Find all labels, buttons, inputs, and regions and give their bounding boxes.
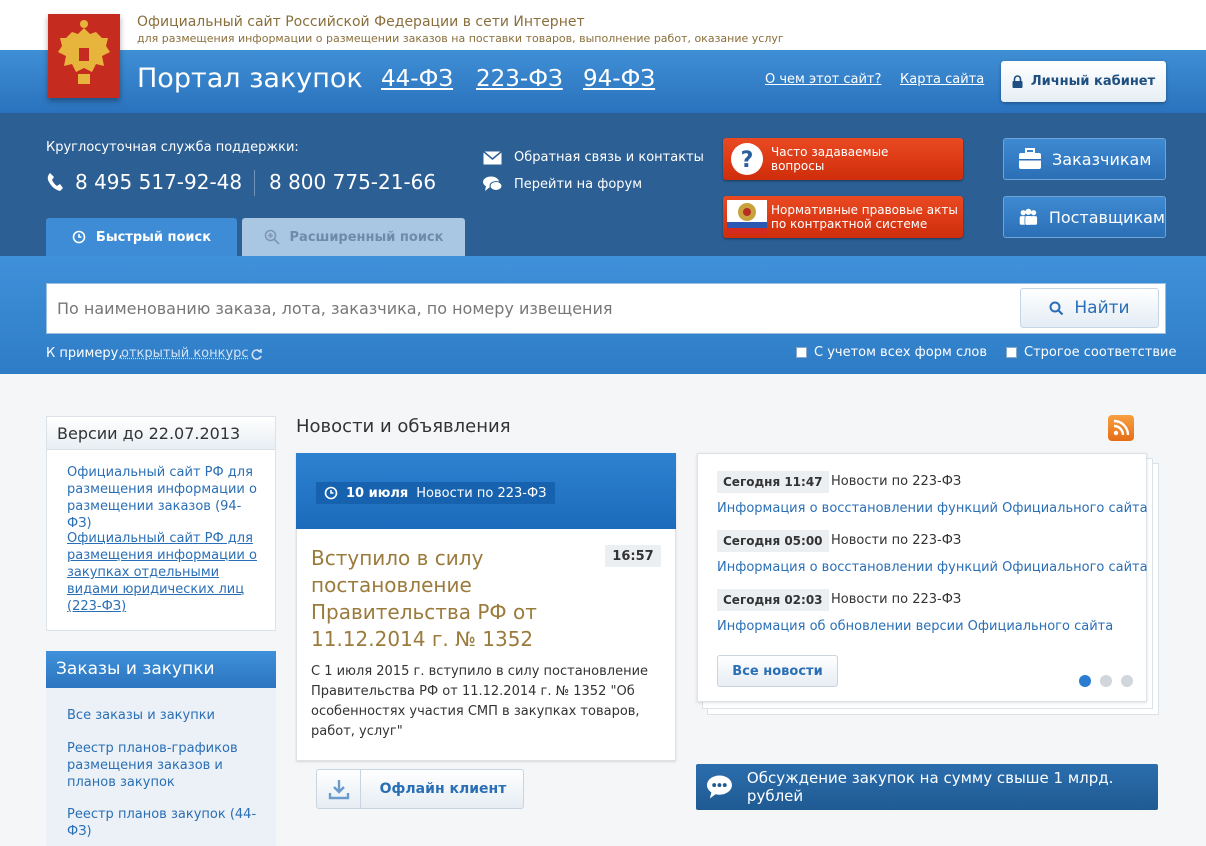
envelope-icon: [483, 150, 502, 164]
orders-heading: Заказы и закупки: [46, 651, 276, 688]
law-link-94[interactable]: 94-ФЗ: [583, 66, 655, 92]
news-item-link[interactable]: Информация об обновлении версии Официаль…: [717, 619, 1113, 634]
word-forms-label: С учетом всех форм слов: [814, 345, 988, 360]
customers-button[interactable]: Заказчикам: [1003, 138, 1166, 180]
carousel-dot-1[interactable]: [1079, 675, 1091, 687]
suppliers-button[interactable]: Поставщикам: [1003, 196, 1166, 238]
support-label: Круглосуточная служба поддержки:: [46, 140, 299, 155]
version-link-223fz[interactable]: Официальный сайт РФ для размещения инфор…: [67, 530, 262, 615]
example-label: К примеру,: [46, 346, 123, 361]
clock-icon: [324, 486, 338, 500]
tab-quick-label: Быстрый поиск: [95, 229, 212, 245]
people-icon: [1019, 208, 1038, 226]
feedback-link[interactable]: Обратная связь и контакты: [483, 150, 704, 165]
lock-icon: [1012, 75, 1023, 88]
support-phone-moscow: 8 495 517-92-48: [75, 170, 243, 194]
example-link[interactable]: открытый конкурс: [121, 346, 249, 361]
strict-match-checkbox[interactable]: Строгое соответствие: [1006, 345, 1176, 360]
personal-cabinet-label: Личный кабинет: [1030, 74, 1156, 89]
strict-match-label: Строгое соответствие: [1024, 345, 1177, 360]
rss-icon[interactable]: [1108, 415, 1134, 441]
download-icon: [328, 780, 349, 800]
news-item-time: Сегодня 05:00: [717, 530, 829, 552]
rss-feed-icon: [1113, 419, 1130, 436]
tab-advanced-label: Расширенный поиск: [289, 229, 444, 245]
order-link-all[interactable]: Все заказы и закупки: [67, 707, 262, 724]
news-item-time: Сегодня 11:47: [717, 471, 829, 493]
refresh-icon[interactable]: [250, 348, 263, 361]
tab-quick-search[interactable]: Быстрый поиск: [46, 218, 237, 256]
word-forms-check-box[interactable]: [796, 347, 807, 358]
featured-news-date-badge: 10 июля Новости по 223-ФЗ: [316, 482, 555, 504]
discussion-button[interactable]: Обсуждение закупок на сумму свыше 1 млрд…: [696, 764, 1158, 810]
legal-acts-label-line2: по контрактной системе: [771, 217, 928, 231]
coat-of-arms-logo[interactable]: [48, 14, 120, 98]
strict-match-check-box[interactable]: [1006, 347, 1017, 358]
word-forms-checkbox[interactable]: С учетом всех форм слов: [796, 345, 987, 360]
clock-icon: [72, 230, 86, 244]
phone-divider: [254, 170, 255, 196]
portal-title[interactable]: Портал закупок: [137, 63, 363, 94]
featured-news-date: 10 июля: [346, 485, 409, 501]
question-mark-icon: ?: [731, 143, 763, 175]
phone-icon: [47, 173, 63, 191]
featured-news-text: С 1 июля 2015 г. вступило в силу постано…: [311, 664, 649, 739]
legal-acts-label-line1: Нормативные правовые акты: [771, 203, 958, 217]
law-link-44[interactable]: 44-ФЗ: [381, 66, 453, 92]
official-site-title: Официальный сайт Российской Федерации в …: [137, 14, 585, 30]
legal-acts-button[interactable]: Нормативные правовые акты по контрактной…: [723, 196, 963, 238]
news-item-link[interactable]: Информация о восстановлении функций Офиц…: [717, 501, 1148, 516]
search-icon: [1049, 301, 1064, 315]
customers-label: Заказчикам: [1052, 149, 1152, 169]
news-item-category: Новости по 223-ФЗ: [831, 474, 962, 489]
news-item-category: Новости по 223-ФЗ: [831, 533, 962, 548]
forum-label: Перейти на форум: [514, 176, 643, 192]
briefcase-icon: [1019, 148, 1041, 169]
suppliers-label: Поставщикам: [1048, 207, 1165, 227]
order-link-schedules[interactable]: Реестр планов-графиков размещения заказо…: [67, 740, 262, 791]
find-button[interactable]: Найти: [1020, 288, 1159, 328]
offline-client-button[interactable]: Офлайн клиент: [316, 769, 524, 809]
eagle-icon: [48, 14, 120, 98]
official-site-subtitle: для размещения информации о размещении з…: [137, 32, 784, 45]
carousel-dot-3[interactable]: [1121, 675, 1133, 687]
svg-text:?: ?: [741, 148, 754, 173]
featured-news-category: Новости по 223-ФЗ: [416, 485, 547, 501]
sitemap-link[interactable]: Карта сайта: [900, 72, 984, 87]
featured-news-time: 16:57: [605, 545, 661, 567]
law-link-223[interactable]: 223-ФЗ: [476, 66, 563, 92]
support-phone-free: 8 800 775-21-66: [269, 170, 437, 194]
offline-client-label: Офлайн клиент: [379, 781, 507, 797]
news-heading: Новости и объявления: [296, 416, 511, 437]
zoom-plus-icon: [264, 229, 280, 245]
all-news-button[interactable]: Все новости: [717, 655, 838, 687]
news-item-category: Новости по 223-ФЗ: [831, 592, 962, 607]
faq-label-line2: вопросы: [771, 159, 825, 173]
version-link-94fz[interactable]: Официальный сайт РФ для размещения инфор…: [67, 464, 262, 532]
versions-heading: Версии до 22.07.2013: [46, 416, 276, 450]
speech-bubble-icon: [706, 775, 732, 799]
personal-cabinet-button[interactable]: Личный кабинет: [1001, 61, 1166, 102]
feedback-label: Обратная связь и контакты: [514, 150, 704, 165]
order-link-plans-44[interactable]: Реестр планов закупок (44-ФЗ): [67, 806, 262, 840]
featured-news-headline[interactable]: Вступило в силу постановление Правительс…: [311, 545, 601, 653]
tab-advanced-search[interactable]: Расширенный поиск: [242, 218, 465, 256]
about-site-link[interactable]: О чем этот сайт?: [765, 72, 881, 87]
faq-button[interactable]: ? Часто задаваемые вопросы: [723, 138, 963, 180]
forum-link[interactable]: Перейти на форум: [483, 176, 642, 192]
news-item-link[interactable]: Информация о восстановлении функций Офиц…: [717, 560, 1148, 575]
faq-label-line1: Часто задаваемые: [771, 145, 889, 159]
chat-bubbles-icon: [483, 176, 502, 191]
find-button-label: Найти: [1074, 298, 1130, 318]
flag-emblem-icon: [727, 200, 767, 234]
discussion-label: Обсуждение закупок на сумму свыше 1 млрд…: [746, 769, 1114, 805]
search-input[interactable]: [46, 283, 1166, 334]
carousel-dot-2[interactable]: [1100, 675, 1112, 687]
news-item-time: Сегодня 02:03: [717, 589, 829, 611]
